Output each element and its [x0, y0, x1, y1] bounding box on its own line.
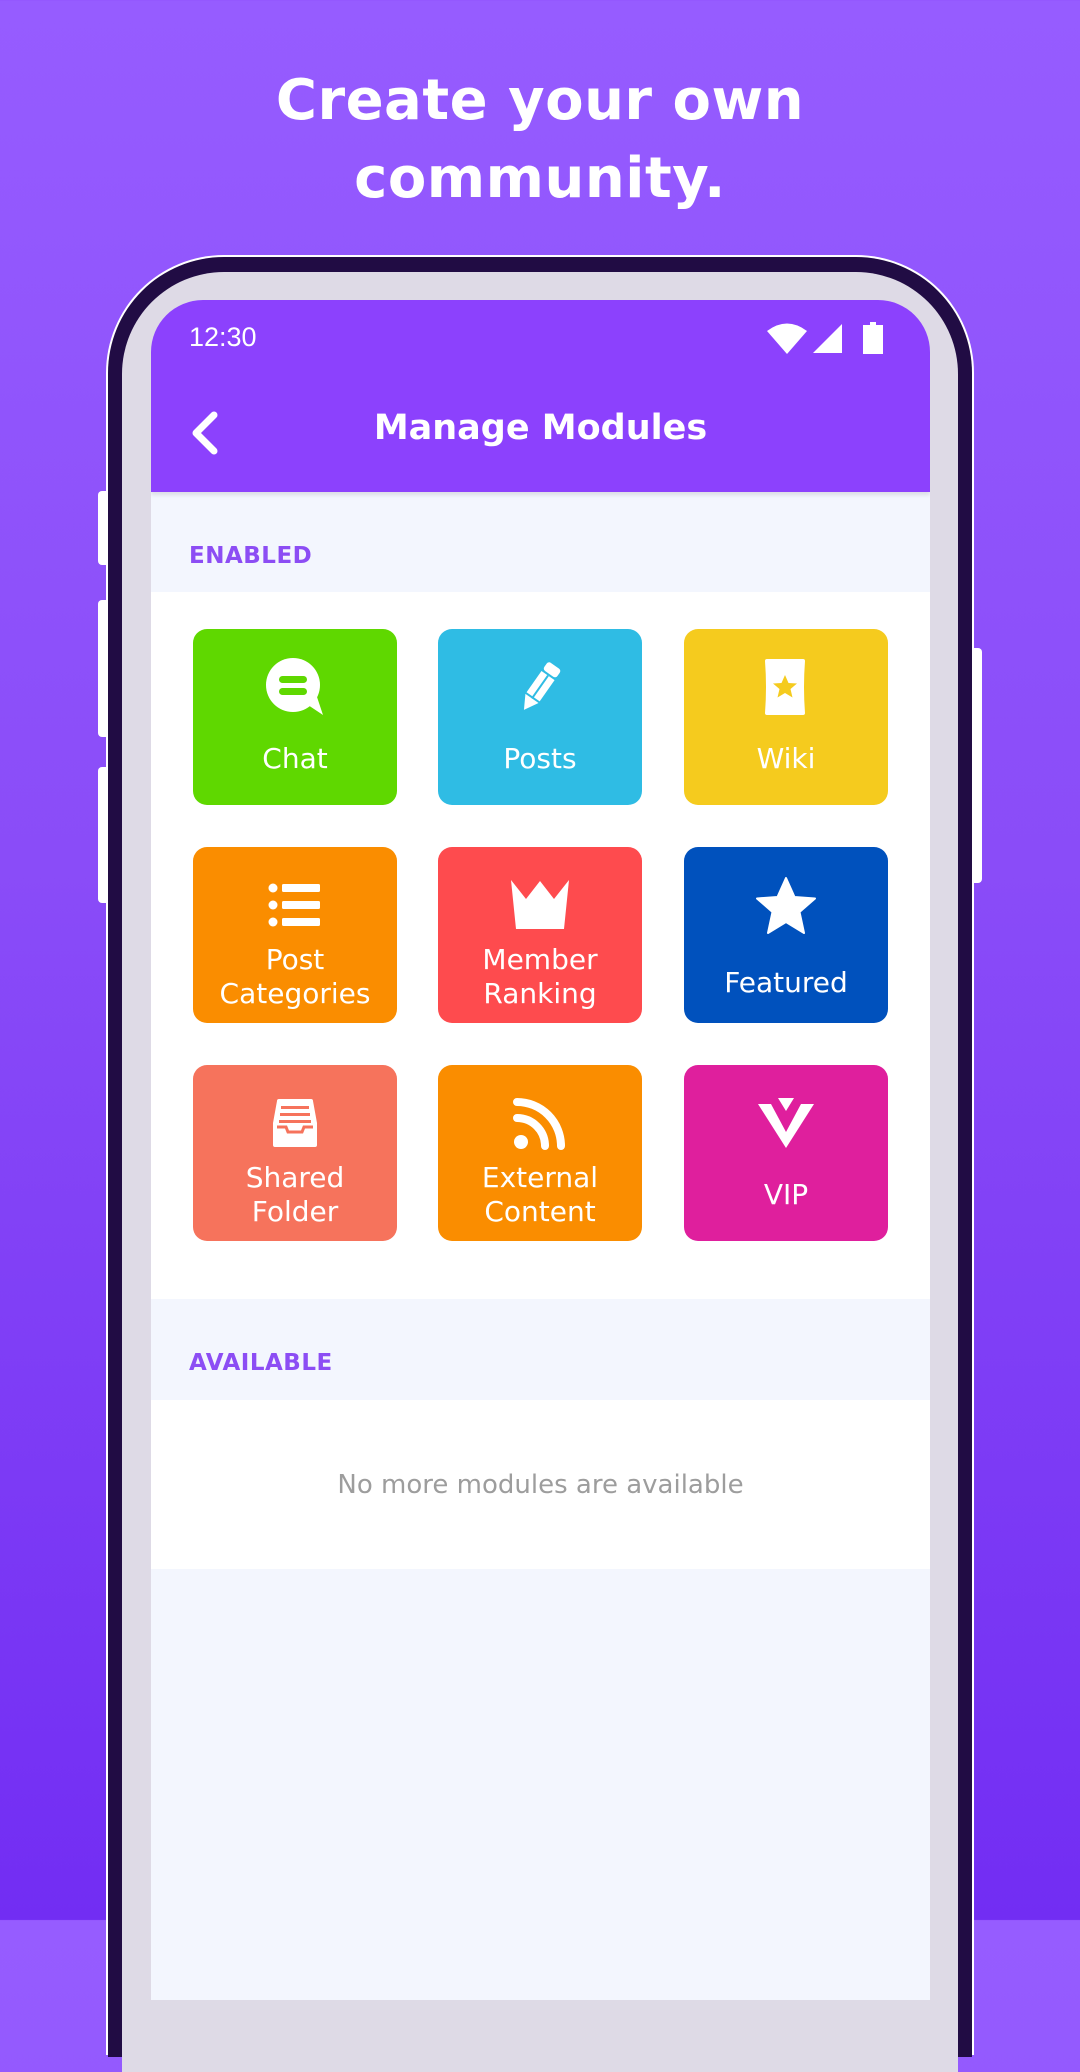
module-tile-member-ranking[interactable]: Member Ranking	[438, 847, 642, 1023]
phone-screen: 12:30 Manage Modules ENABLED Chat Posts …	[151, 300, 930, 2000]
module-label: Post Categories	[219, 943, 371, 1010]
section-label-enabled: ENABLED	[189, 543, 313, 569]
status-time: 12:30	[189, 322, 257, 352]
module-label: Featured	[724, 966, 848, 999]
cellular-signal-icon	[813, 324, 842, 353]
list-icon	[193, 875, 397, 935]
headline: Create your own community.	[0, 62, 1080, 218]
star-icon	[684, 877, 888, 937]
enabled-modules-panel: Chat Posts Wiki Post Categories Member R…	[151, 592, 930, 1299]
module-tile-wiki[interactable]: Wiki	[684, 629, 888, 805]
page-title: Manage Modules	[373, 408, 708, 448]
empty-state-message: No more modules are available	[337, 1470, 744, 1500]
modules-grid: Chat Posts Wiki Post Categories Member R…	[151, 592, 930, 1299]
headline-line-1: Create your own	[275, 68, 805, 133]
section-label-available: AVAILABLE	[189, 1350, 333, 1376]
module-tile-chat[interactable]: Chat	[193, 629, 397, 805]
app-bar: 12:30 Manage Modules	[151, 300, 930, 492]
available-modules-panel: No more modules are available	[151, 1400, 930, 1569]
chat-bubble-icon	[193, 657, 397, 717]
module-tile-posts[interactable]: Posts	[438, 629, 642, 805]
pencil-icon	[438, 657, 642, 717]
module-tile-external-content[interactable]: External Content	[438, 1065, 642, 1241]
module-label: Chat	[262, 742, 328, 775]
crown-icon	[438, 875, 642, 935]
status-icons	[766, 322, 888, 354]
module-label: External Content	[481, 1161, 599, 1228]
battery-icon	[863, 322, 883, 354]
module-label: Member Ranking	[482, 943, 598, 1010]
module-label: VIP	[763, 1178, 809, 1211]
module-tile-post-categories[interactable]: Post Categories	[193, 847, 397, 1023]
vip-chevron-icon	[684, 1093, 888, 1153]
module-tile-vip[interactable]: VIP	[684, 1065, 888, 1241]
module-label: Wiki	[756, 742, 816, 775]
rss-feed-icon	[438, 1093, 642, 1153]
module-tile-featured[interactable]: Featured	[684, 847, 888, 1023]
module-label: Shared Folder	[245, 1161, 345, 1228]
headline-line-2: community.	[354, 146, 726, 211]
inbox-tray-icon	[193, 1093, 397, 1153]
wiki-card-star-icon	[684, 657, 888, 717]
wifi-icon	[767, 323, 807, 354]
module-label: Posts	[503, 742, 577, 775]
module-tile-shared-folder[interactable]: Shared Folder	[193, 1065, 397, 1241]
